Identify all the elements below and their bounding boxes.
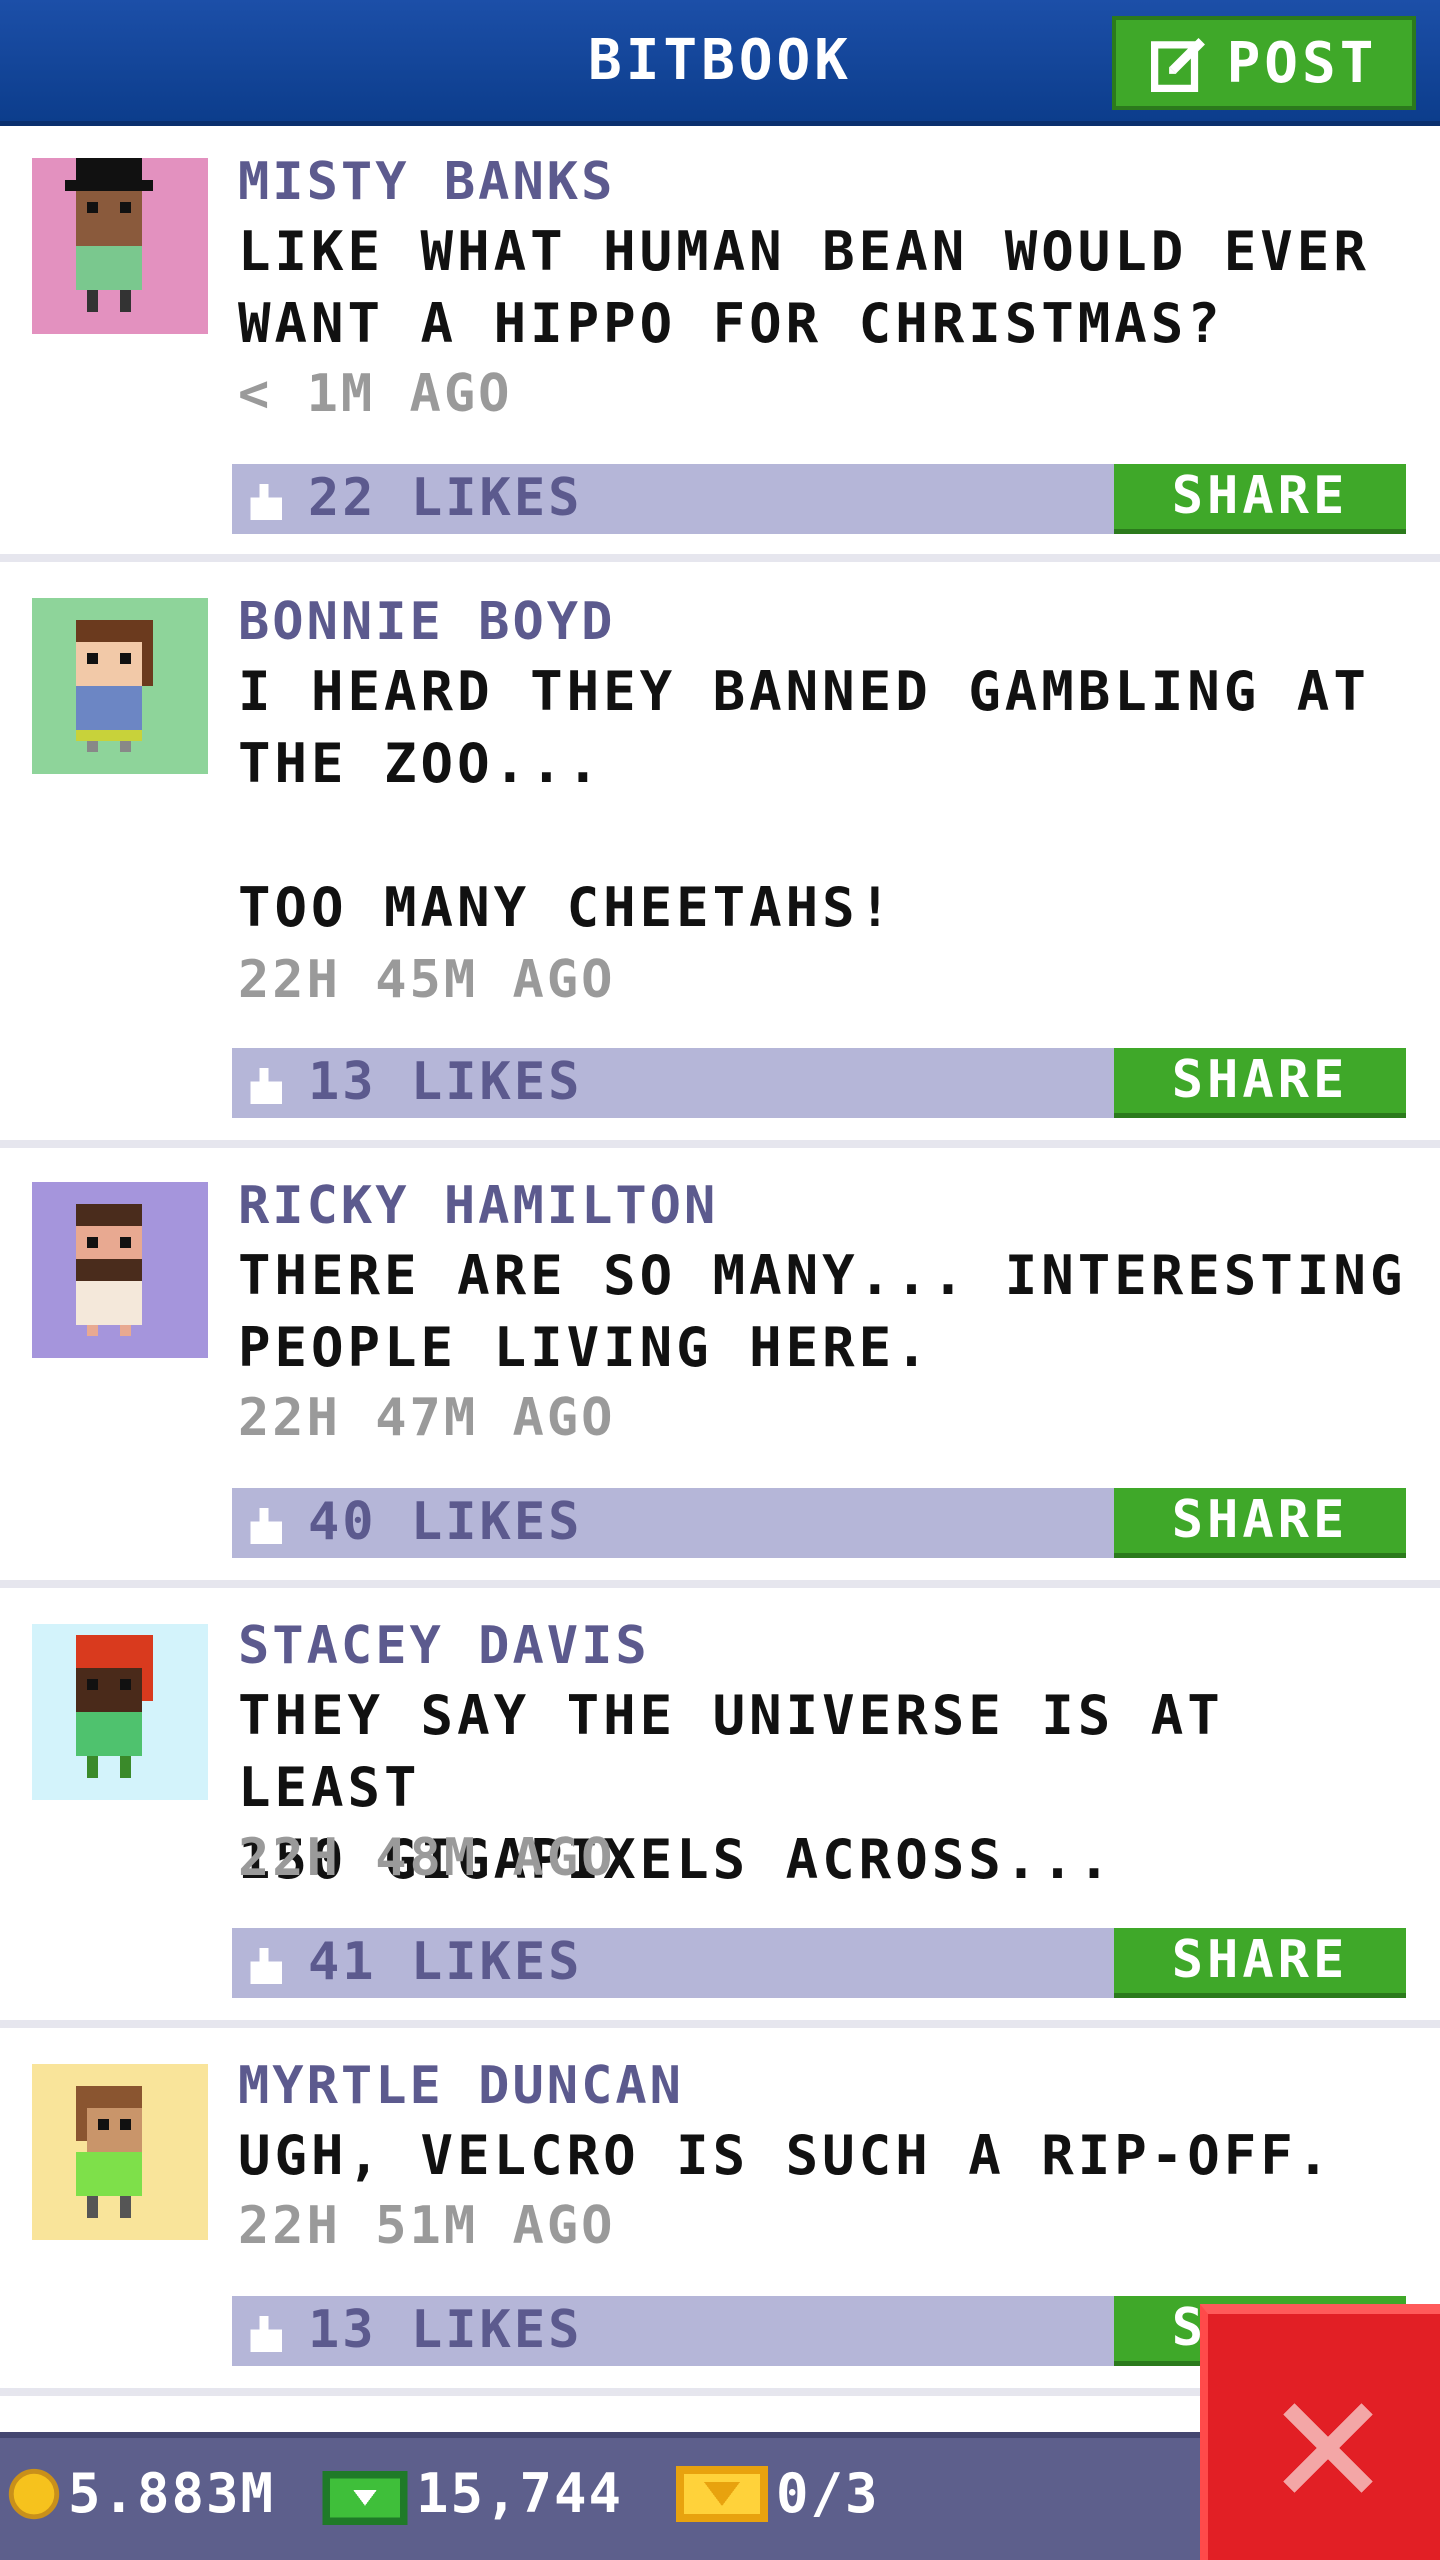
like-count: 13 LIKES xyxy=(308,1052,583,1112)
thumbs-up-icon xyxy=(250,1948,282,1984)
share-button[interactable]: SHARE xyxy=(1114,1928,1406,1998)
avatar xyxy=(32,1624,208,1800)
post-message: UGH, VELCRO IS SUCH A RIP-OFF. xyxy=(238,2124,1334,2187)
post-author: MISTY BANKS xyxy=(238,152,616,212)
like-count: 40 LIKES xyxy=(308,1492,583,1552)
avatar xyxy=(32,158,208,334)
avatar-ricky-hamilton xyxy=(76,1204,142,1336)
feed-post: RICKY HAMILTON THERE ARE SO MANY... INTE… xyxy=(0,1148,1440,1588)
avatar-misty-banks xyxy=(65,158,153,312)
ticket-icon xyxy=(676,2465,768,2522)
avatar xyxy=(32,2064,208,2240)
avatar xyxy=(32,1182,208,1358)
bux-icon xyxy=(322,2470,408,2525)
post-author: BONNIE BOYD xyxy=(238,592,616,652)
post-author: MYRTLE DUNCAN xyxy=(238,2056,684,2116)
thumbs-up-icon xyxy=(250,484,282,520)
post-timestamp: 22H 51M AGO xyxy=(238,2196,616,2256)
share-button[interactable]: SHARE xyxy=(1114,1488,1406,1558)
post-message: I HEARD THEY BANNED GAMBLING AT THE ZOO.… xyxy=(238,660,1370,939)
coin-icon xyxy=(8,2468,60,2519)
post-author: RICKY HAMILTON xyxy=(238,1176,719,1236)
avatar-myrtle-duncan xyxy=(76,2086,142,2218)
feed-post: BONNIE BOYD I HEARD THEY BANNED GAMBLING… xyxy=(0,562,1440,1148)
like-count: 13 LIKES xyxy=(308,2300,583,2360)
post-button[interactable]: POST xyxy=(1112,16,1416,110)
like-bar[interactable]: 22 LIKES SHARE xyxy=(232,464,1406,534)
tickets-stat[interactable]: 0/3 xyxy=(676,2462,880,2525)
post-message: THERE ARE SO MANY... INTERESTING PEOPLE … xyxy=(238,1244,1407,1379)
like-bar[interactable]: 40 LIKES SHARE xyxy=(232,1488,1406,1558)
post-timestamp: 22H 48M AGO xyxy=(238,1828,616,1888)
thumbs-up-icon xyxy=(250,1508,282,1544)
like-count: 41 LIKES xyxy=(308,1932,583,1992)
post-timestamp: 22H 47M AGO xyxy=(238,1388,616,1448)
bux-value: 15,744 xyxy=(416,2462,624,2525)
thumbs-up-icon xyxy=(250,2316,282,2352)
feed-post: STACEY DAVIS THEY SAY THE UNIVERSE IS AT… xyxy=(0,1588,1440,2028)
post-timestamp: < 1M AGO xyxy=(238,364,513,424)
post-author: STACEY DAVIS xyxy=(238,1616,650,1676)
post-message: LIKE WHAT HUMAN BEAN WOULD EVER WANT A H… xyxy=(238,220,1370,355)
like-count: 22 LIKES xyxy=(308,468,583,528)
feed-post: MISTY BANKS LIKE WHAT HUMAN BEAN WOULD E… xyxy=(0,126,1440,562)
post-timestamp: 22H 45M AGO xyxy=(238,950,616,1010)
post-button-label: POST xyxy=(1226,30,1378,96)
coins-value: 5.883M xyxy=(68,2462,276,2525)
avatar-stacey-davis xyxy=(76,1635,153,1778)
avatar xyxy=(32,598,208,774)
bux-stat[interactable]: 15,744 xyxy=(322,2462,623,2525)
compose-icon xyxy=(1150,38,1205,92)
thumbs-up-icon xyxy=(250,1068,282,1104)
like-bar[interactable]: 41 LIKES SHARE xyxy=(232,1928,1406,1998)
share-button[interactable]: SHARE xyxy=(1114,1048,1406,1118)
close-icon xyxy=(1283,2403,1373,2493)
like-bar[interactable]: 13 LIKES SHARE xyxy=(232,1048,1406,1118)
coins-stat[interactable]: 5.883M xyxy=(8,2462,275,2525)
share-button[interactable]: SHARE xyxy=(1114,464,1406,534)
avatar-bonnie-boyd xyxy=(76,620,153,752)
close-button[interactable] xyxy=(1200,2304,1440,2560)
tickets-value: 0/3 xyxy=(776,2462,880,2525)
app-header: BITBOOK POST xyxy=(0,0,1440,126)
